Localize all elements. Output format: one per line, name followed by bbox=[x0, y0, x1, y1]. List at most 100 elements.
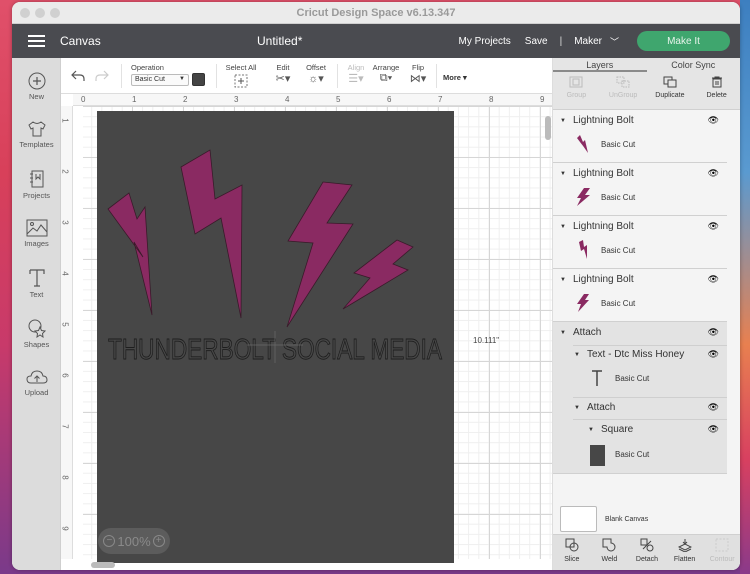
attach-group-name: Attach bbox=[573, 327, 602, 338]
weld-icon bbox=[602, 538, 616, 552]
expand-triangle-icon[interactable]: ▼ bbox=[560, 330, 566, 336]
expand-triangle-icon[interactable]: ▼ bbox=[574, 352, 580, 358]
dropdown-caret-icon: ▼ bbox=[179, 76, 185, 82]
operation-color-swatch[interactable] bbox=[192, 73, 205, 86]
align-menu-button[interactable]: Align ☰▾ bbox=[343, 63, 369, 85]
ruler-tick-label: 3 bbox=[61, 220, 70, 225]
ruler-tick-label: 7 bbox=[61, 424, 70, 429]
eye-icon[interactable]: 👁 bbox=[708, 168, 719, 179]
more-menu-button[interactable]: More ▾ bbox=[443, 73, 467, 82]
detach-button[interactable]: Detach bbox=[628, 535, 666, 570]
ruler-tick-label: 4 bbox=[61, 271, 70, 276]
expand-triangle-icon[interactable]: ▼ bbox=[588, 427, 594, 433]
window-controls bbox=[20, 8, 60, 18]
undo-icon[interactable] bbox=[71, 70, 85, 82]
layer-name: Lightning Bolt bbox=[573, 274, 634, 285]
ruler-tick-label: 1 bbox=[132, 95, 137, 104]
horizontal-scrollbar[interactable] bbox=[91, 562, 115, 568]
zoom-control: − 100% + bbox=[98, 528, 170, 554]
vertical-scrollbar[interactable] bbox=[545, 116, 551, 140]
header-separator: | bbox=[559, 35, 563, 47]
layer-item[interactable]: ▼ Lightning Bolt 👁 Basic Cut bbox=[553, 269, 727, 322]
flatten-button[interactable]: Flatten bbox=[666, 535, 704, 570]
cutting-mat-square[interactable]: THUNDERBOLT SOCIAL MEDIA bbox=[97, 111, 454, 563]
arrange-menu-button[interactable]: Arrange ⧉▾ bbox=[371, 63, 401, 85]
weld-button[interactable]: Weld bbox=[591, 535, 629, 570]
expand-triangle-icon[interactable]: ▼ bbox=[574, 405, 580, 411]
flip-label: Flip bbox=[411, 63, 425, 72]
chevron-down-icon[interactable]: ﹀ bbox=[610, 35, 619, 48]
flip-menu-button[interactable]: Flip ⋈▾ bbox=[405, 63, 431, 85]
eye-icon[interactable]: 👁 bbox=[708, 221, 719, 232]
trash-icon bbox=[711, 76, 722, 88]
eye-icon[interactable]: 👁 bbox=[708, 349, 719, 360]
blank-canvas-label: Blank Canvas bbox=[605, 516, 649, 523]
close-window-button[interactable] bbox=[20, 8, 30, 18]
contour-button[interactable]: Contour bbox=[703, 535, 740, 570]
document-title[interactable]: Untitled* bbox=[257, 34, 302, 48]
group-label: Group bbox=[566, 92, 587, 99]
inner-attach-name: Attach bbox=[587, 402, 616, 413]
select-all-button[interactable]: Select All bbox=[224, 63, 258, 90]
lightning-bolt-thumbnail-icon bbox=[577, 188, 590, 206]
sidebar-item-templates[interactable]: Templates bbox=[12, 120, 61, 149]
sidebar-item-images[interactable]: Images bbox=[12, 219, 61, 248]
sidebar-item-new[interactable]: New bbox=[12, 72, 61, 101]
align-icon: ☰▾ bbox=[348, 73, 364, 85]
expand-triangle-icon[interactable]: ▼ bbox=[560, 171, 566, 177]
zoom-in-button[interactable]: + bbox=[152, 535, 165, 547]
layer-item[interactable]: ▼ Lightning Bolt 👁 Basic Cut bbox=[553, 163, 727, 216]
slice-button[interactable]: Slice bbox=[553, 535, 591, 570]
make-it-button[interactable]: Make It bbox=[637, 31, 730, 51]
save-button[interactable]: Save bbox=[525, 36, 548, 47]
sidebar-item-projects[interactable]: Projects bbox=[12, 169, 61, 200]
ruler-tick-label: 8 bbox=[489, 95, 494, 104]
edit-menu-button[interactable]: Edit ✂▾ bbox=[268, 63, 298, 85]
minimize-window-button[interactable] bbox=[35, 8, 45, 18]
ruler-tick-label: 7 bbox=[438, 95, 443, 104]
machine-select[interactable]: Maker bbox=[574, 36, 602, 47]
offset-sun-icon: ☼▾ bbox=[308, 73, 324, 85]
sidebar-item-upload[interactable]: Upload bbox=[12, 368, 61, 397]
attach-group[interactable]: ▼ Attach 👁 ▼ Text - Dtc Miss Honey 👁 Bas… bbox=[553, 322, 727, 474]
layer-item[interactable]: ▼ Lightning Bolt 👁 Basic Cut bbox=[553, 110, 727, 163]
delete-button[interactable]: Delete bbox=[693, 72, 740, 109]
expand-triangle-icon[interactable]: ▼ bbox=[560, 118, 566, 124]
eye-icon[interactable]: 👁 bbox=[708, 327, 719, 338]
left-sidebar: New Templates Projects Images Text Shape… bbox=[12, 58, 61, 570]
tab-layers[interactable]: Layers bbox=[553, 58, 647, 72]
duplicate-icon bbox=[663, 76, 677, 88]
eye-icon[interactable]: 👁 bbox=[708, 402, 719, 413]
sidebar-item-text[interactable]: Text bbox=[12, 268, 61, 299]
offset-menu-button[interactable]: Offset ☼▾ bbox=[301, 63, 331, 85]
text-t-icon bbox=[28, 269, 45, 287]
design-canvas[interactable]: 0 1 2 3 4 5 6 7 8 9 1 2 3 4 5 6 7 8 9 THUNDERBOLT SOCIAL … bbox=[61, 94, 552, 570]
eye-icon[interactable]: 👁 bbox=[708, 115, 719, 126]
layer-operation: Basic Cut bbox=[601, 140, 636, 149]
expand-triangle-icon[interactable]: ▼ bbox=[560, 277, 566, 283]
redo-icon[interactable] bbox=[95, 70, 109, 82]
zoom-window-button[interactable] bbox=[50, 8, 60, 18]
layers-list: ▼ Lightning Bolt 👁 Basic Cut ▼ Lightning… bbox=[553, 110, 727, 474]
ruler-tick-label: 2 bbox=[183, 95, 188, 104]
hamburger-menu-icon[interactable] bbox=[28, 35, 45, 47]
eye-icon[interactable]: 👁 bbox=[708, 424, 719, 435]
eye-icon[interactable]: 👁 bbox=[708, 274, 719, 285]
arrange-label: Arrange bbox=[372, 63, 400, 72]
sidebar-label: New bbox=[28, 92, 44, 101]
my-projects-link[interactable]: My Projects bbox=[459, 36, 511, 47]
zoom-level: 100% bbox=[117, 533, 151, 549]
sidebar-item-shapes[interactable]: Shapes bbox=[12, 318, 61, 349]
layer-item[interactable]: ▼ Lightning Bolt 👁 Basic Cut bbox=[553, 216, 727, 269]
expand-triangle-icon[interactable]: ▼ bbox=[560, 224, 566, 230]
title-bar: Cricut Design Space v6.13.347 bbox=[12, 2, 740, 24]
zoom-out-button[interactable]: − bbox=[103, 535, 116, 547]
edit-label: Edit bbox=[276, 63, 290, 72]
group-button[interactable]: Group bbox=[553, 72, 600, 109]
ungroup-button[interactable]: UnGroup bbox=[600, 72, 647, 109]
duplicate-button[interactable]: Duplicate bbox=[647, 72, 694, 109]
tab-color-sync[interactable]: Color Sync bbox=[647, 58, 741, 72]
align-label: Align bbox=[347, 63, 365, 72]
blank-canvas-swatch[interactable] bbox=[560, 506, 597, 532]
operation-select[interactable]: Basic Cut ▼ bbox=[131, 74, 189, 86]
